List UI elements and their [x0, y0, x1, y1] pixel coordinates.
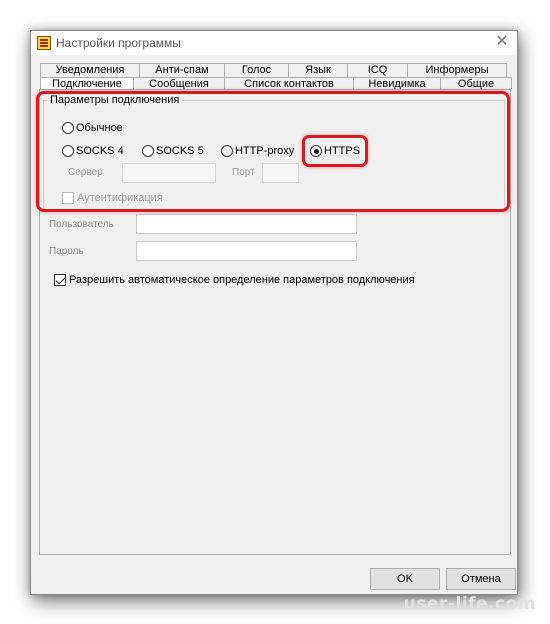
- tab-row-1: Уведомления Анти-спам Голос Язык ICQ Инф…: [40, 63, 507, 77]
- close-icon[interactable]: ✕: [487, 31, 517, 55]
- user-label: Пользователь: [49, 219, 114, 230]
- checkbox-label: Разрешить автоматическое определение пар…: [69, 274, 415, 286]
- password-label: Пароль: [49, 246, 84, 257]
- title-bar: Настройки программы ✕: [31, 31, 517, 55]
- tab-invisible[interactable]: Невидимка: [353, 77, 441, 89]
- annotation-highlight-https: [302, 135, 368, 167]
- tab-contact-list[interactable]: Список контактов: [224, 77, 354, 89]
- tab-row-2: Подключение Сообщения Список контактов Н…: [40, 77, 512, 89]
- tab-notifications[interactable]: Уведомления: [40, 63, 140, 77]
- tab-icq[interactable]: ICQ: [347, 63, 408, 77]
- tab-general[interactable]: Общие: [440, 77, 512, 89]
- checkbox-box-checked: [54, 274, 66, 286]
- tab-messages[interactable]: Сообщения: [133, 77, 225, 89]
- tab-informers[interactable]: Информеры: [407, 63, 507, 77]
- tab-voice[interactable]: Голос: [224, 63, 289, 77]
- user-input[interactable]: [136, 214, 357, 234]
- watermark: user-life.com: [403, 594, 536, 614]
- tab-connection[interactable]: Подключение: [40, 77, 134, 89]
- ok-button[interactable]: OK: [370, 568, 440, 590]
- window-title: Настройки программы: [56, 36, 181, 50]
- password-input[interactable]: [136, 241, 357, 261]
- tab-language[interactable]: Язык: [288, 63, 348, 77]
- tab-antispam[interactable]: Анти-спам: [139, 63, 225, 77]
- annotation-highlight-group: [36, 91, 510, 212]
- cancel-button[interactable]: Отмена: [446, 568, 516, 590]
- auto-detect-checkbox[interactable]: Разрешить автоматическое определение пар…: [54, 274, 415, 286]
- app-icon: [37, 36, 51, 50]
